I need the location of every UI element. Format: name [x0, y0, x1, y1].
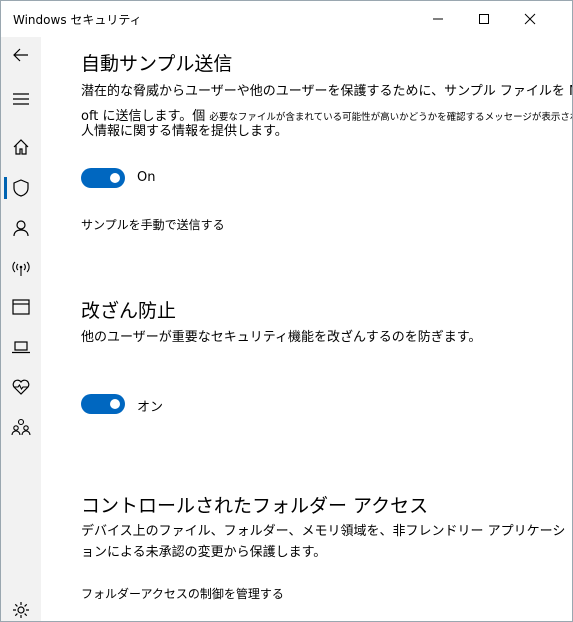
home-icon[interactable] [9, 135, 33, 159]
close-icon [524, 13, 536, 25]
title-bar[interactable]: Windows セキュリティ [1, 1, 572, 37]
close-button[interactable] [507, 1, 553, 37]
sample-description-line1: 潜在的な脅威からユーザーや他のユーザーを保護するために、サンプル ファイルを M… [81, 84, 573, 99]
back-arrow-icon[interactable] [9, 43, 33, 67]
sample-submission-toggle-label: On [137, 170, 156, 185]
submit-sample-manually-link[interactable]: サンプルを手動で送信する [81, 216, 225, 233]
window-title: Windows セキュリティ [13, 13, 142, 27]
sample-description-line3: 人情報に関する情報を提供します。 [81, 124, 288, 139]
tamper-protection-toggle[interactable] [81, 394, 125, 414]
hamburger-menu-icon[interactable] [9, 87, 33, 111]
toggle-knob [110, 173, 120, 183]
tamper-protection-description: 他のユーザーが重要なセキュリティ機能を改ざんするのを防ぎます。 [81, 330, 482, 345]
heart-pulse-icon[interactable] [9, 375, 33, 399]
person-icon[interactable] [9, 216, 33, 240]
app-window: Windows セキュリティ 自動サンプル送信 潜在的な脅威からユーザーや他のユ… [0, 0, 573, 622]
toggle-knob [110, 399, 120, 409]
tamper-protection-heading: 改ざん防止 [81, 300, 177, 322]
sidebar [1, 37, 41, 621]
shield-icon[interactable] [9, 176, 33, 200]
controlled-folder-access-heading: コントロールされたフォルダー アクセス [81, 495, 429, 517]
folder-access-description-line2: ョンによる未承認の変更から保護します。 [81, 545, 327, 560]
minimize-icon [433, 18, 443, 20]
manage-folder-access-link[interactable]: フォルダーアクセスの制御を管理する [81, 585, 284, 602]
maximize-icon [479, 14, 489, 24]
active-indicator [4, 177, 7, 199]
maximize-button[interactable] [461, 1, 507, 37]
wireless-antenna-icon[interactable] [9, 256, 33, 280]
minimize-button[interactable] [415, 1, 461, 37]
sample-submission-toggle[interactable] [81, 168, 125, 188]
sample-submission-heading: 自動サンプル送信 [81, 53, 233, 75]
tamper-protection-toggle-label: オン [137, 400, 164, 415]
family-icon[interactable] [9, 415, 33, 439]
gear-icon[interactable] [9, 598, 33, 621]
laptop-icon[interactable] [9, 335, 33, 359]
browser-window-icon[interactable] [9, 295, 33, 319]
